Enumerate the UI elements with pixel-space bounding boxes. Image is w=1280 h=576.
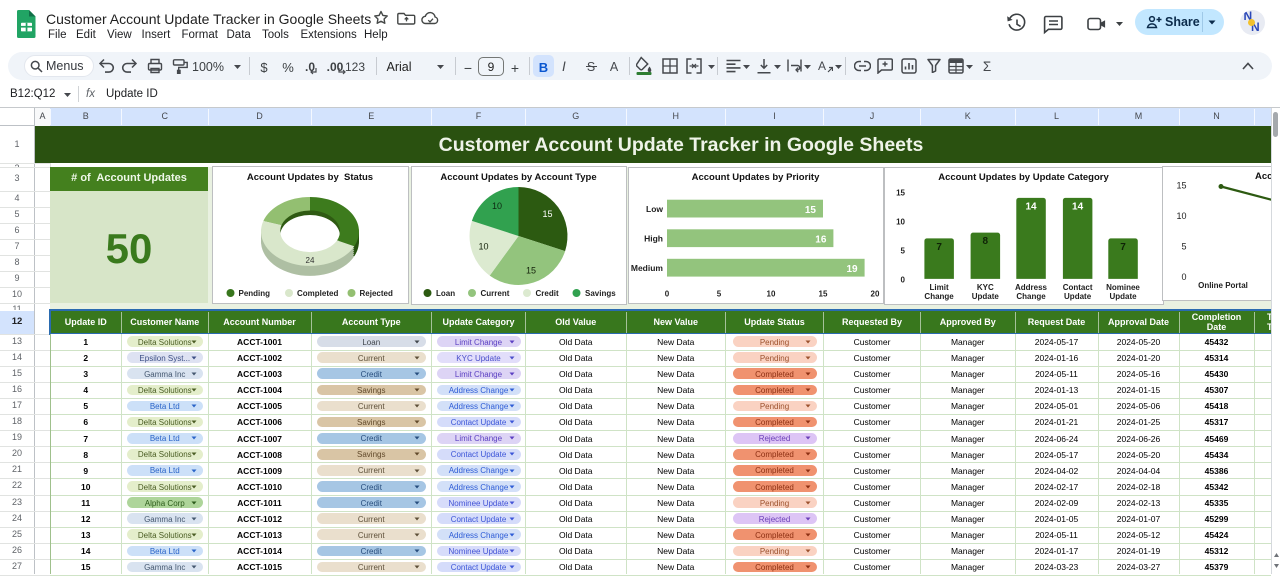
svg-text:19: 19	[846, 264, 858, 275]
svg-text:0: 0	[665, 289, 670, 298]
svg-text:7: 7	[936, 242, 942, 253]
svg-text:Completed: Completed	[297, 289, 338, 298]
svg-text:8: 8	[982, 236, 988, 247]
svg-text:10: 10	[767, 289, 776, 298]
svg-text:Low: Low	[646, 204, 663, 214]
svg-text:Pending: Pending	[239, 289, 271, 298]
svg-text:Rejected: Rejected	[360, 289, 393, 298]
svg-text:15: 15	[542, 209, 552, 219]
svg-text:Update: Update	[1109, 292, 1137, 301]
svg-text:Current: Current	[480, 289, 509, 298]
svg-text:0: 0	[1181, 272, 1186, 282]
svg-text:A: A	[818, 59, 826, 73]
svg-text:16: 16	[815, 234, 827, 245]
svg-text:Loan: Loan	[436, 289, 455, 298]
svg-text:Update: Update	[1064, 292, 1092, 301]
svg-text:Limit: Limit	[929, 283, 948, 292]
svg-text:Nominee: Nominee	[1106, 283, 1140, 292]
svg-text:20: 20	[871, 289, 880, 298]
svg-text:Medium: Medium	[631, 263, 664, 273]
svg-text:10: 10	[491, 201, 501, 211]
svg-text:15: 15	[1176, 181, 1186, 191]
svg-text:Change: Change	[924, 292, 954, 301]
svg-text:0: 0	[900, 275, 905, 284]
svg-text:7: 7	[1120, 242, 1126, 253]
svg-text:Credit: Credit	[535, 289, 558, 298]
svg-text:KYC: KYC	[976, 283, 993, 292]
svg-text:15: 15	[805, 205, 817, 216]
svg-text:10: 10	[896, 218, 905, 227]
svg-text:High: High	[644, 233, 663, 243]
svg-text:15: 15	[896, 189, 905, 198]
svg-text:24: 24	[306, 256, 315, 265]
svg-text:Online Portal: Online Portal	[1198, 281, 1248, 290]
svg-text:14: 14	[1025, 201, 1037, 212]
svg-text:Update: Update	[971, 292, 999, 301]
svg-text:15: 15	[819, 289, 828, 298]
svg-text:15: 15	[525, 266, 535, 276]
svg-text:Contact: Contact	[1062, 283, 1092, 292]
svg-text:5: 5	[717, 289, 722, 298]
svg-text:Address: Address	[1014, 283, 1047, 292]
svg-text:10: 10	[1176, 211, 1186, 221]
svg-text:Change: Change	[1016, 292, 1046, 301]
svg-text:5: 5	[900, 247, 905, 256]
svg-text:14: 14	[1072, 201, 1084, 212]
svg-text:Savings: Savings	[585, 289, 616, 298]
svg-text:10: 10	[478, 242, 488, 252]
svg-text:5: 5	[1181, 242, 1186, 252]
